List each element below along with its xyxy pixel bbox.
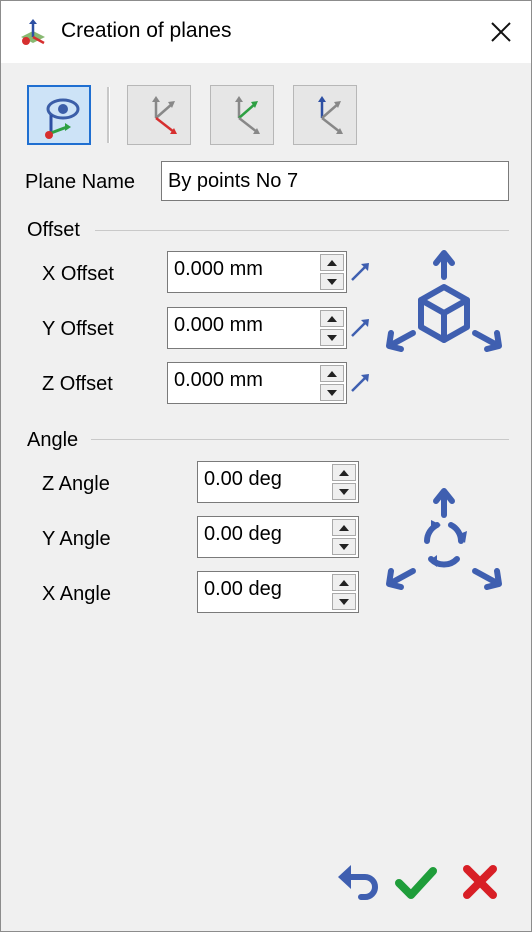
axes-x-icon — [152, 96, 177, 134]
offset-group-label: Offset — [27, 219, 80, 241]
translation-cube-icon — [386, 250, 502, 352]
axes-z-icon — [318, 96, 343, 134]
rotation-icon — [386, 488, 502, 590]
undo-icon — [338, 865, 378, 900]
y-offset-spinbox[interactable]: 0.000 mm — [167, 307, 347, 349]
spin-down-icon — [339, 599, 349, 605]
view-plane-button[interactable] — [27, 85, 91, 145]
z-offset-spinbox[interactable]: 0.000 mm — [167, 362, 347, 404]
y-offset-value: 0.000 mm — [174, 314, 263, 336]
y-angle-label: Y Angle — [42, 528, 111, 550]
ok-button[interactable] — [393, 859, 439, 905]
x-angle-decrement[interactable] — [332, 593, 356, 610]
x-offset-decrement[interactable] — [320, 273, 344, 290]
angle-group-label: Angle — [27, 429, 79, 451]
checkmark-icon — [395, 867, 437, 899]
plane-name-label: Plane Name — [25, 171, 136, 193]
view-plane-icon — [45, 98, 80, 139]
y-angle-increment[interactable] — [332, 519, 356, 536]
spin-up-icon — [327, 260, 337, 266]
spin-down-icon — [339, 489, 349, 495]
y-angle-spinbox[interactable]: 0.00 deg — [197, 516, 359, 558]
z-offset-label: Z Offset — [42, 373, 113, 395]
cancel-x-icon — [463, 865, 497, 899]
cancel-button[interactable] — [457, 859, 503, 905]
z-angle-spinbox[interactable]: 0.00 deg — [197, 461, 359, 503]
spin-down-icon — [327, 279, 337, 285]
y-angle-value: 0.00 deg — [204, 523, 282, 545]
spin-down-icon — [339, 544, 349, 550]
x-offset-value: 0.000 mm — [174, 258, 263, 280]
z-offset-value: 0.000 mm — [174, 369, 263, 391]
x-offset-increment[interactable] — [320, 254, 344, 271]
axis-y-button[interactable] — [210, 85, 274, 145]
z-offset-increment[interactable] — [320, 365, 344, 382]
z-angle-value: 0.00 deg — [204, 468, 282, 490]
spin-up-icon — [327, 316, 337, 322]
spin-up-icon — [327, 371, 337, 377]
toolbar-separator — [107, 87, 110, 143]
y-offset-label: Y Offset — [42, 318, 114, 340]
x-angle-label: X Angle — [42, 583, 111, 605]
z-angle-decrement[interactable] — [332, 483, 356, 500]
close-button[interactable] — [481, 13, 521, 51]
x-offset-pick-icon[interactable] — [349, 261, 371, 283]
axes-y-icon — [235, 96, 260, 134]
close-icon — [491, 22, 511, 42]
y-offset-increment[interactable] — [320, 310, 344, 327]
x-offset-spinbox[interactable]: 0.000 mm — [167, 251, 347, 293]
offset-group-divider — [95, 230, 509, 231]
z-offset-decrement[interactable] — [320, 384, 344, 401]
y-angle-decrement[interactable] — [332, 538, 356, 555]
axis-x-button[interactable] — [127, 85, 191, 145]
y-offset-decrement[interactable] — [320, 329, 344, 346]
window-title: Creation of planes — [61, 19, 232, 42]
spin-up-icon — [339, 525, 349, 531]
x-offset-label: X Offset — [42, 263, 114, 285]
undo-button[interactable] — [335, 859, 381, 905]
x-angle-spinbox[interactable]: 0.00 deg — [197, 571, 359, 613]
z-offset-pick-icon[interactable] — [349, 372, 371, 394]
spin-down-icon — [327, 335, 337, 341]
z-angle-label: Z Angle — [42, 473, 110, 495]
spin-up-icon — [339, 470, 349, 476]
plane-name-input[interactable]: By points No 7 — [161, 161, 509, 201]
y-offset-pick-icon[interactable] — [349, 317, 371, 339]
plane-app-icon — [17, 17, 49, 49]
spin-up-icon — [339, 580, 349, 586]
z-angle-increment[interactable] — [332, 464, 356, 481]
angle-group-divider — [91, 439, 509, 440]
x-angle-value: 0.00 deg — [204, 578, 282, 600]
title-bar: Creation of planes — [1, 1, 531, 63]
creation-of-planes-dialog: Creation of planes Plane Name By points … — [0, 0, 532, 932]
axis-z-button[interactable] — [293, 85, 357, 145]
spin-down-icon — [327, 390, 337, 396]
x-angle-increment[interactable] — [332, 574, 356, 591]
